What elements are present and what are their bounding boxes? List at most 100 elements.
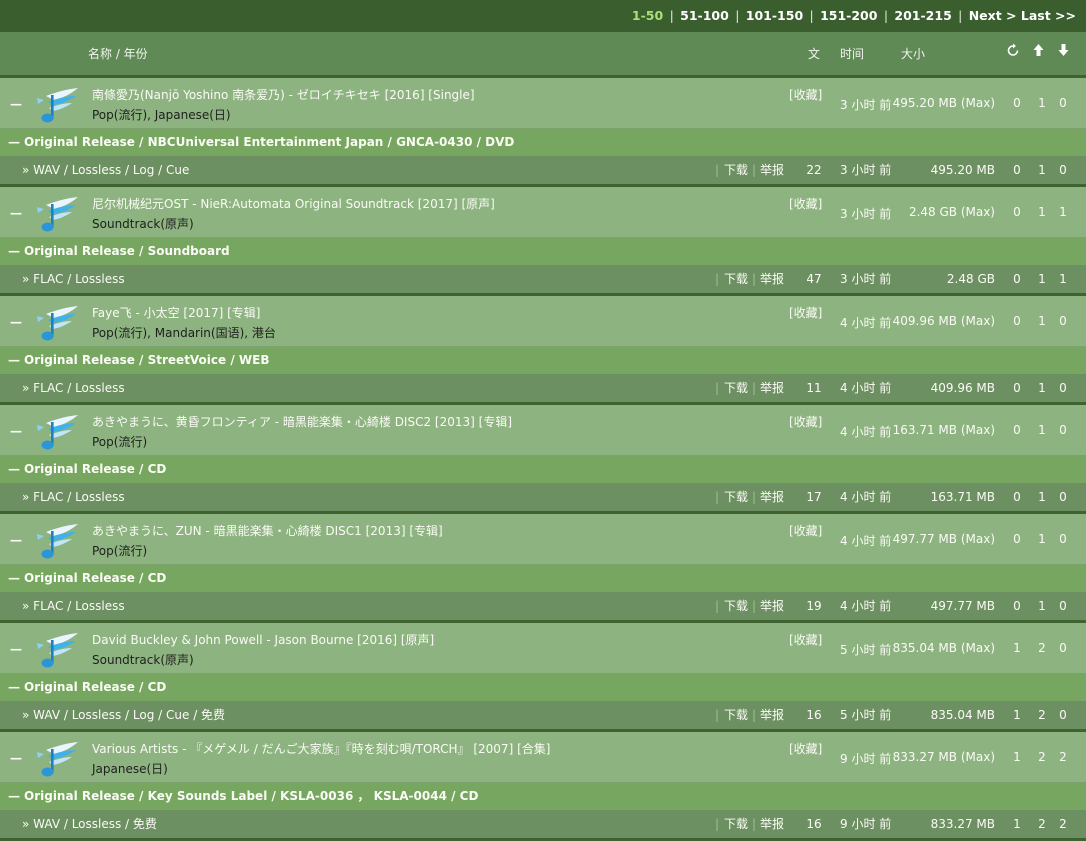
download-link[interactable]: 下载: [724, 374, 748, 402]
torrent-tags[interactable]: Pop(流行), Mandarin(国语), 港台: [92, 324, 276, 341]
edition-collapse-toggle[interactable]: —: [8, 462, 20, 476]
group-row: — Various Artists - 『メゲメル / だんご大家族』『時を刻む…: [0, 732, 1086, 783]
torrent-title[interactable]: David Buckley & John Powell - Jason Bour…: [92, 631, 434, 648]
file-snatched: 0: [1013, 490, 1021, 504]
torrent-title[interactable]: あきやまうに、ZUN - 暗黒能楽集・心綺楼 DISC1 [2013] [专辑]: [92, 522, 443, 539]
torrent-tags[interactable]: Pop(流行), Japanese(日): [92, 106, 231, 123]
report-link[interactable]: 举报: [760, 701, 784, 729]
favorite-link[interactable]: [收藏]: [789, 522, 822, 539]
file-format-link[interactable]: » FLAC / Lossless: [22, 592, 125, 620]
favorite-link[interactable]: [收藏]: [789, 740, 822, 757]
torrent-tags[interactable]: Soundtrack(原声): [92, 651, 194, 668]
file-size: 2.48 GB: [946, 272, 995, 286]
torrent-tags[interactable]: Soundtrack(原声): [92, 215, 194, 232]
favorite-link[interactable]: [收藏]: [789, 86, 822, 103]
group-time: 4 小时 前: [840, 425, 892, 439]
report-link[interactable]: 举报: [760, 483, 784, 511]
file-format-link[interactable]: » WAV / Lossless / 免费: [22, 810, 157, 838]
group-time: 9 小时 前: [840, 752, 892, 766]
torrent-title[interactable]: Faye飞 - 小太空 [2017] [专辑]: [92, 304, 261, 321]
edition-collapse-toggle[interactable]: —: [8, 789, 20, 803]
torrent-group: — あきやまうに、黄昏フロンティア - 暗黒能楽集・心綺楼 DISC2 [201…: [0, 405, 1086, 514]
torrent-title[interactable]: 尼尔机械纪元OST - NieR:Automata Original Sound…: [92, 195, 495, 212]
pager-link-151-200[interactable]: 151-200: [820, 8, 877, 23]
file-row: » FLAC / Lossless | 下载 | 举报 17 4 小时 前 16…: [0, 483, 1086, 514]
file-leechers: 1: [1059, 272, 1067, 286]
report-link[interactable]: 举报: [760, 592, 784, 620]
collapse-toggle[interactable]: —: [10, 751, 22, 765]
file-seeders: 1: [1038, 381, 1046, 395]
group-time: 5 小时 前: [840, 643, 892, 657]
download-link[interactable]: 下载: [724, 701, 748, 729]
file-format-link[interactable]: » FLAC / Lossless: [22, 374, 125, 402]
header-size[interactable]: 大小: [901, 45, 925, 62]
edition-info: Original Release / Soundboard: [24, 244, 230, 258]
file-format-link[interactable]: » WAV / Lossless / Log / Cue / 免费: [22, 701, 225, 729]
pager-link-51-100[interactable]: 51-100: [680, 8, 729, 23]
edition-collapse-toggle[interactable]: —: [8, 353, 20, 367]
header-time[interactable]: 时间: [840, 45, 864, 62]
download-link[interactable]: 下载: [724, 810, 748, 838]
group-size: 409.96 MB (Max): [892, 314, 995, 328]
edition-collapse-toggle[interactable]: —: [8, 680, 20, 694]
edition-collapse-toggle[interactable]: —: [8, 244, 20, 258]
torrent-title[interactable]: Various Artists - 『メゲメル / だんご大家族』『時を刻む唄/…: [92, 740, 550, 757]
file-time: 4 小时 前: [840, 599, 892, 613]
collapse-toggle[interactable]: —: [10, 206, 22, 220]
download-link[interactable]: 下载: [724, 265, 748, 293]
group-seeders: 2: [1038, 750, 1046, 764]
file-row: » WAV / Lossless / Log / Cue / 免费 | 下载 |…: [0, 701, 1086, 732]
torrent-title[interactable]: 南條愛乃(Nanjō Yoshino 南条爱乃) - ゼロイチキセキ [2016…: [92, 86, 475, 103]
favorite-link[interactable]: [收藏]: [789, 195, 822, 212]
download-link[interactable]: 下载: [724, 156, 748, 184]
pager-link-101-150[interactable]: 101-150: [746, 8, 803, 23]
file-row: » FLAC / Lossless | 下载 | 举报 19 4 小时 前 49…: [0, 592, 1086, 623]
torrent-tags[interactable]: Pop(流行): [92, 542, 147, 559]
file-format-link[interactable]: » FLAC / Lossless: [22, 483, 125, 511]
edition-collapse-toggle[interactable]: —: [8, 135, 20, 149]
collapse-toggle[interactable]: —: [10, 97, 22, 111]
report-link[interactable]: 举报: [760, 810, 784, 838]
edition-collapse-toggle[interactable]: —: [8, 571, 20, 585]
torrent-title[interactable]: あきやまうに、黄昏フロンティア - 暗黒能楽集・心綺楼 DISC2 [2013]…: [92, 413, 512, 430]
file-row: » FLAC / Lossless | 下载 | 举报 11 4 小时 前 40…: [0, 374, 1086, 405]
header-name-year[interactable]: 名称 / 年份: [88, 45, 148, 62]
refresh-icon[interactable]: [1007, 43, 1019, 60]
divider: |: [715, 381, 720, 395]
pager-last[interactable]: Last >>: [1021, 8, 1076, 23]
group-seeders: 1: [1038, 96, 1046, 110]
group-seeders: 1: [1038, 314, 1046, 328]
report-link[interactable]: 举报: [760, 374, 784, 402]
group-snatched: 0: [1013, 532, 1021, 546]
file-time: 5 小时 前: [840, 708, 892, 722]
collapse-toggle[interactable]: —: [10, 315, 22, 329]
pager-separator: |: [669, 8, 674, 23]
file-format-link[interactable]: » FLAC / Lossless: [22, 265, 125, 293]
group-leechers: 2: [1059, 750, 1067, 764]
group-row: — あきやまうに、ZUN - 暗黒能楽集・心綺楼 DISC1 [2013] [专…: [0, 514, 1086, 565]
file-count: 22: [806, 163, 822, 177]
favorite-link[interactable]: [收藏]: [789, 304, 822, 321]
file-format-link[interactable]: » WAV / Lossless / Log / Cue: [22, 156, 189, 184]
pager-next[interactable]: Next >: [969, 8, 1017, 23]
down-arrow-icon[interactable]: [1058, 43, 1069, 60]
divider: |: [715, 817, 720, 831]
download-link[interactable]: 下载: [724, 483, 748, 511]
edition-row: — Original Release / StreetVoice / WEB: [0, 347, 1086, 374]
group-snatched: 0: [1013, 205, 1021, 219]
collapse-toggle[interactable]: —: [10, 424, 22, 438]
pager-link-201-215[interactable]: 201-215: [894, 8, 951, 23]
torrent-tags[interactable]: Pop(流行): [92, 433, 147, 450]
torrent-tags[interactable]: Japanese(日): [92, 760, 168, 777]
up-arrow-icon[interactable]: [1033, 43, 1044, 60]
report-link[interactable]: 举报: [760, 265, 784, 293]
group-snatched: 0: [1013, 314, 1021, 328]
collapse-toggle[interactable]: —: [10, 533, 22, 547]
collapse-toggle[interactable]: —: [10, 642, 22, 656]
header-files[interactable]: 文: [808, 45, 820, 62]
download-link[interactable]: 下载: [724, 592, 748, 620]
report-link[interactable]: 举报: [760, 156, 784, 184]
favorite-link[interactable]: [收藏]: [789, 413, 822, 430]
divider: |: [715, 599, 720, 613]
favorite-link[interactable]: [收藏]: [789, 631, 822, 648]
